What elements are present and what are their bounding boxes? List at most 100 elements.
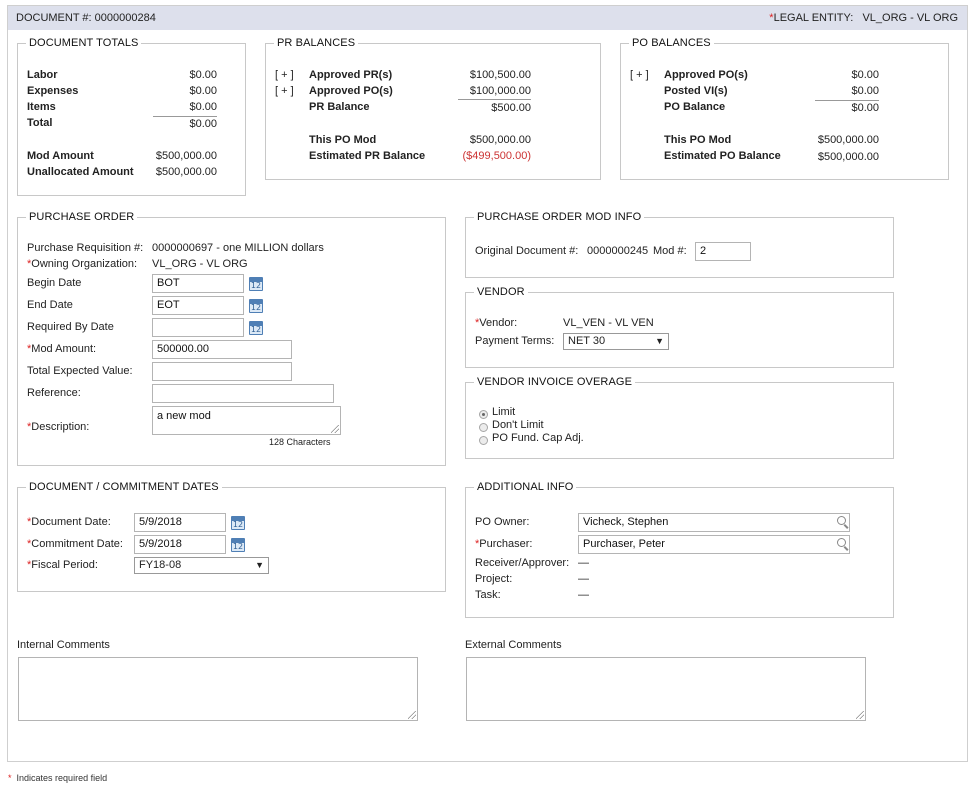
purchase-requisition-label: Purchase Requisition #: (27, 242, 144, 254)
po-owner-label: PO Owner: (475, 516, 530, 528)
expenses-value: $0.00 (189, 85, 217, 97)
total-expected-value-input[interactable] (152, 362, 292, 381)
divider (458, 99, 531, 100)
unallocated-label: Unallocated Amount (27, 166, 134, 178)
commitment-date-label: *Commitment Date: (27, 538, 123, 550)
payment-terms-select[interactable]: NET 30 ▼ (563, 333, 669, 350)
total-expected-value-label: Total Expected Value: (27, 365, 133, 377)
document-date-input[interactable]: 5/9/2018 (134, 513, 226, 532)
resize-handle[interactable] (856, 711, 864, 719)
approved-pr-label: Approved PR(s) (309, 69, 393, 81)
po-this-po-mod-label: This PO Mod (664, 134, 732, 146)
pr-balance-label: PR Balance (309, 101, 370, 113)
section-title: VENDOR (477, 286, 525, 298)
calendar-icon[interactable] (249, 277, 263, 291)
dont-limit-radio-label: Don't Limit (492, 419, 544, 431)
calendar-icon[interactable] (249, 299, 263, 313)
expand-approved-po-button[interactable]: [ + ] (630, 69, 649, 81)
internal-comments-textarea[interactable] (18, 657, 418, 721)
purchaser-input[interactable]: Purchaser, Peter (578, 535, 850, 554)
labor-label: Labor (27, 69, 58, 81)
external-comments-label: External Comments (465, 639, 562, 651)
section-title: PURCHASE ORDER MOD INFO (477, 211, 642, 223)
section-title: PR BALANCES (277, 37, 356, 49)
fund-cap-adj-radio[interactable] (479, 436, 488, 445)
owning-organization-value: VL_ORG - VL ORG (152, 258, 248, 270)
mod-amount-field-label: *Mod Amount: (27, 343, 97, 355)
description-label: *Description: (27, 421, 90, 433)
section-title: DOCUMENT / COMMITMENT DATES (29, 481, 219, 493)
search-icon[interactable] (837, 538, 846, 547)
mod-amount-input[interactable]: 500000.00 (152, 340, 292, 359)
limit-radio[interactable] (479, 410, 488, 419)
original-document-value: 0000000245 (587, 245, 649, 257)
external-comments-textarea[interactable] (466, 657, 866, 721)
posted-vi-label: Posted VI(s) (664, 85, 728, 97)
section-title: PO BALANCES (632, 37, 711, 49)
search-icon[interactable] (837, 516, 846, 525)
section-title: ADDITIONAL INFO (477, 481, 574, 493)
vendor-value: VL_VEN - VL VEN (563, 317, 654, 329)
approved-po-value: $100,000.00 (469, 85, 531, 97)
commitment-date-input[interactable]: 5/9/2018 (134, 535, 226, 554)
description-textarea[interactable]: a new mod (152, 406, 341, 435)
chevron-down-icon: ▼ (255, 560, 264, 570)
po-balance-label: PO Balance (664, 101, 726, 113)
task-label: Task: (475, 589, 501, 601)
invoice-overage-section: VENDOR INVOICE OVERAGE (465, 376, 894, 459)
mod-number-input[interactable]: 2 (695, 242, 751, 261)
reference-input[interactable] (152, 384, 334, 403)
fiscal-period-select[interactable]: FY18-08 ▼ (134, 557, 269, 574)
fund-cap-adj-radio-label: PO Fund. Cap Adj. (492, 432, 584, 444)
internal-comments-label: Internal Comments (17, 639, 110, 651)
po-balance-value: $0.00 (851, 102, 879, 114)
required-by-date-input[interactable] (152, 318, 244, 337)
items-label: Items (27, 101, 56, 113)
expand-approved-pr-button[interactable]: [ + ] (275, 69, 294, 81)
reference-label: Reference: (27, 387, 81, 399)
project-value: — (578, 573, 589, 585)
owning-organization-label: *Owning Organization: (27, 258, 138, 270)
end-date-input[interactable]: EOT (152, 296, 244, 315)
po-owner-input[interactable]: Vicheck, Stephen (578, 513, 850, 532)
pr-balance-value: $500.00 (491, 102, 531, 114)
this-po-mod-label: This PO Mod (309, 134, 377, 146)
labor-value: $0.00 (189, 69, 217, 81)
document-date-label: *Document Date: (27, 516, 111, 528)
items-value: $0.00 (189, 101, 217, 113)
mod-number-label: Mod #: (653, 245, 687, 257)
estimated-po-balance-value: $500,000.00 (817, 151, 879, 163)
estimated-po-balance-label: Estimated PO Balance (664, 150, 781, 162)
posted-vi-value: $0.00 (851, 85, 879, 97)
dont-limit-radio[interactable] (479, 423, 488, 432)
calendar-icon[interactable] (231, 516, 245, 530)
receiver-approver-value: — (578, 557, 589, 569)
estimated-pr-balance-value: ($499,500.00) (462, 150, 532, 162)
section-title: DOCUMENT TOTALS (29, 37, 139, 49)
po-approved-po-label: Approved PO(s) (664, 69, 748, 81)
begin-date-input[interactable]: BOT (152, 274, 244, 293)
mod-amount-label: Mod Amount (27, 150, 94, 162)
unallocated-value: $500,000.00 (155, 166, 217, 178)
resize-handle[interactable] (408, 711, 416, 719)
section-title: VENDOR INVOICE OVERAGE (477, 376, 633, 388)
po-approved-po-value: $0.00 (851, 69, 879, 81)
vendor-section: VENDOR (465, 286, 894, 368)
task-value: — (578, 589, 589, 601)
fiscal-period-label: *Fiscal Period: (27, 559, 98, 571)
divider (153, 116, 217, 117)
resize-handle[interactable] (331, 425, 339, 433)
expenses-label: Expenses (27, 85, 79, 97)
approved-po-label: Approved PO(s) (309, 85, 393, 97)
expand-approved-po-button[interactable]: [ + ] (275, 85, 294, 97)
begin-date-label: Begin Date (27, 277, 82, 289)
calendar-icon[interactable] (231, 538, 245, 552)
payment-terms-label: Payment Terms: (475, 335, 555, 347)
this-po-mod-value: $500,000.00 (469, 134, 531, 146)
receiver-approver-label: Receiver/Approver: (475, 557, 570, 569)
calendar-icon[interactable] (249, 321, 263, 335)
commitment-dates-section: DOCUMENT / COMMITMENT DATES (17, 481, 446, 592)
character-count: 128 Characters (269, 437, 331, 447)
legal-entity: *LEGAL ENTITY: VL_ORG - VL ORG (769, 12, 958, 24)
total-value: $0.00 (189, 118, 217, 130)
